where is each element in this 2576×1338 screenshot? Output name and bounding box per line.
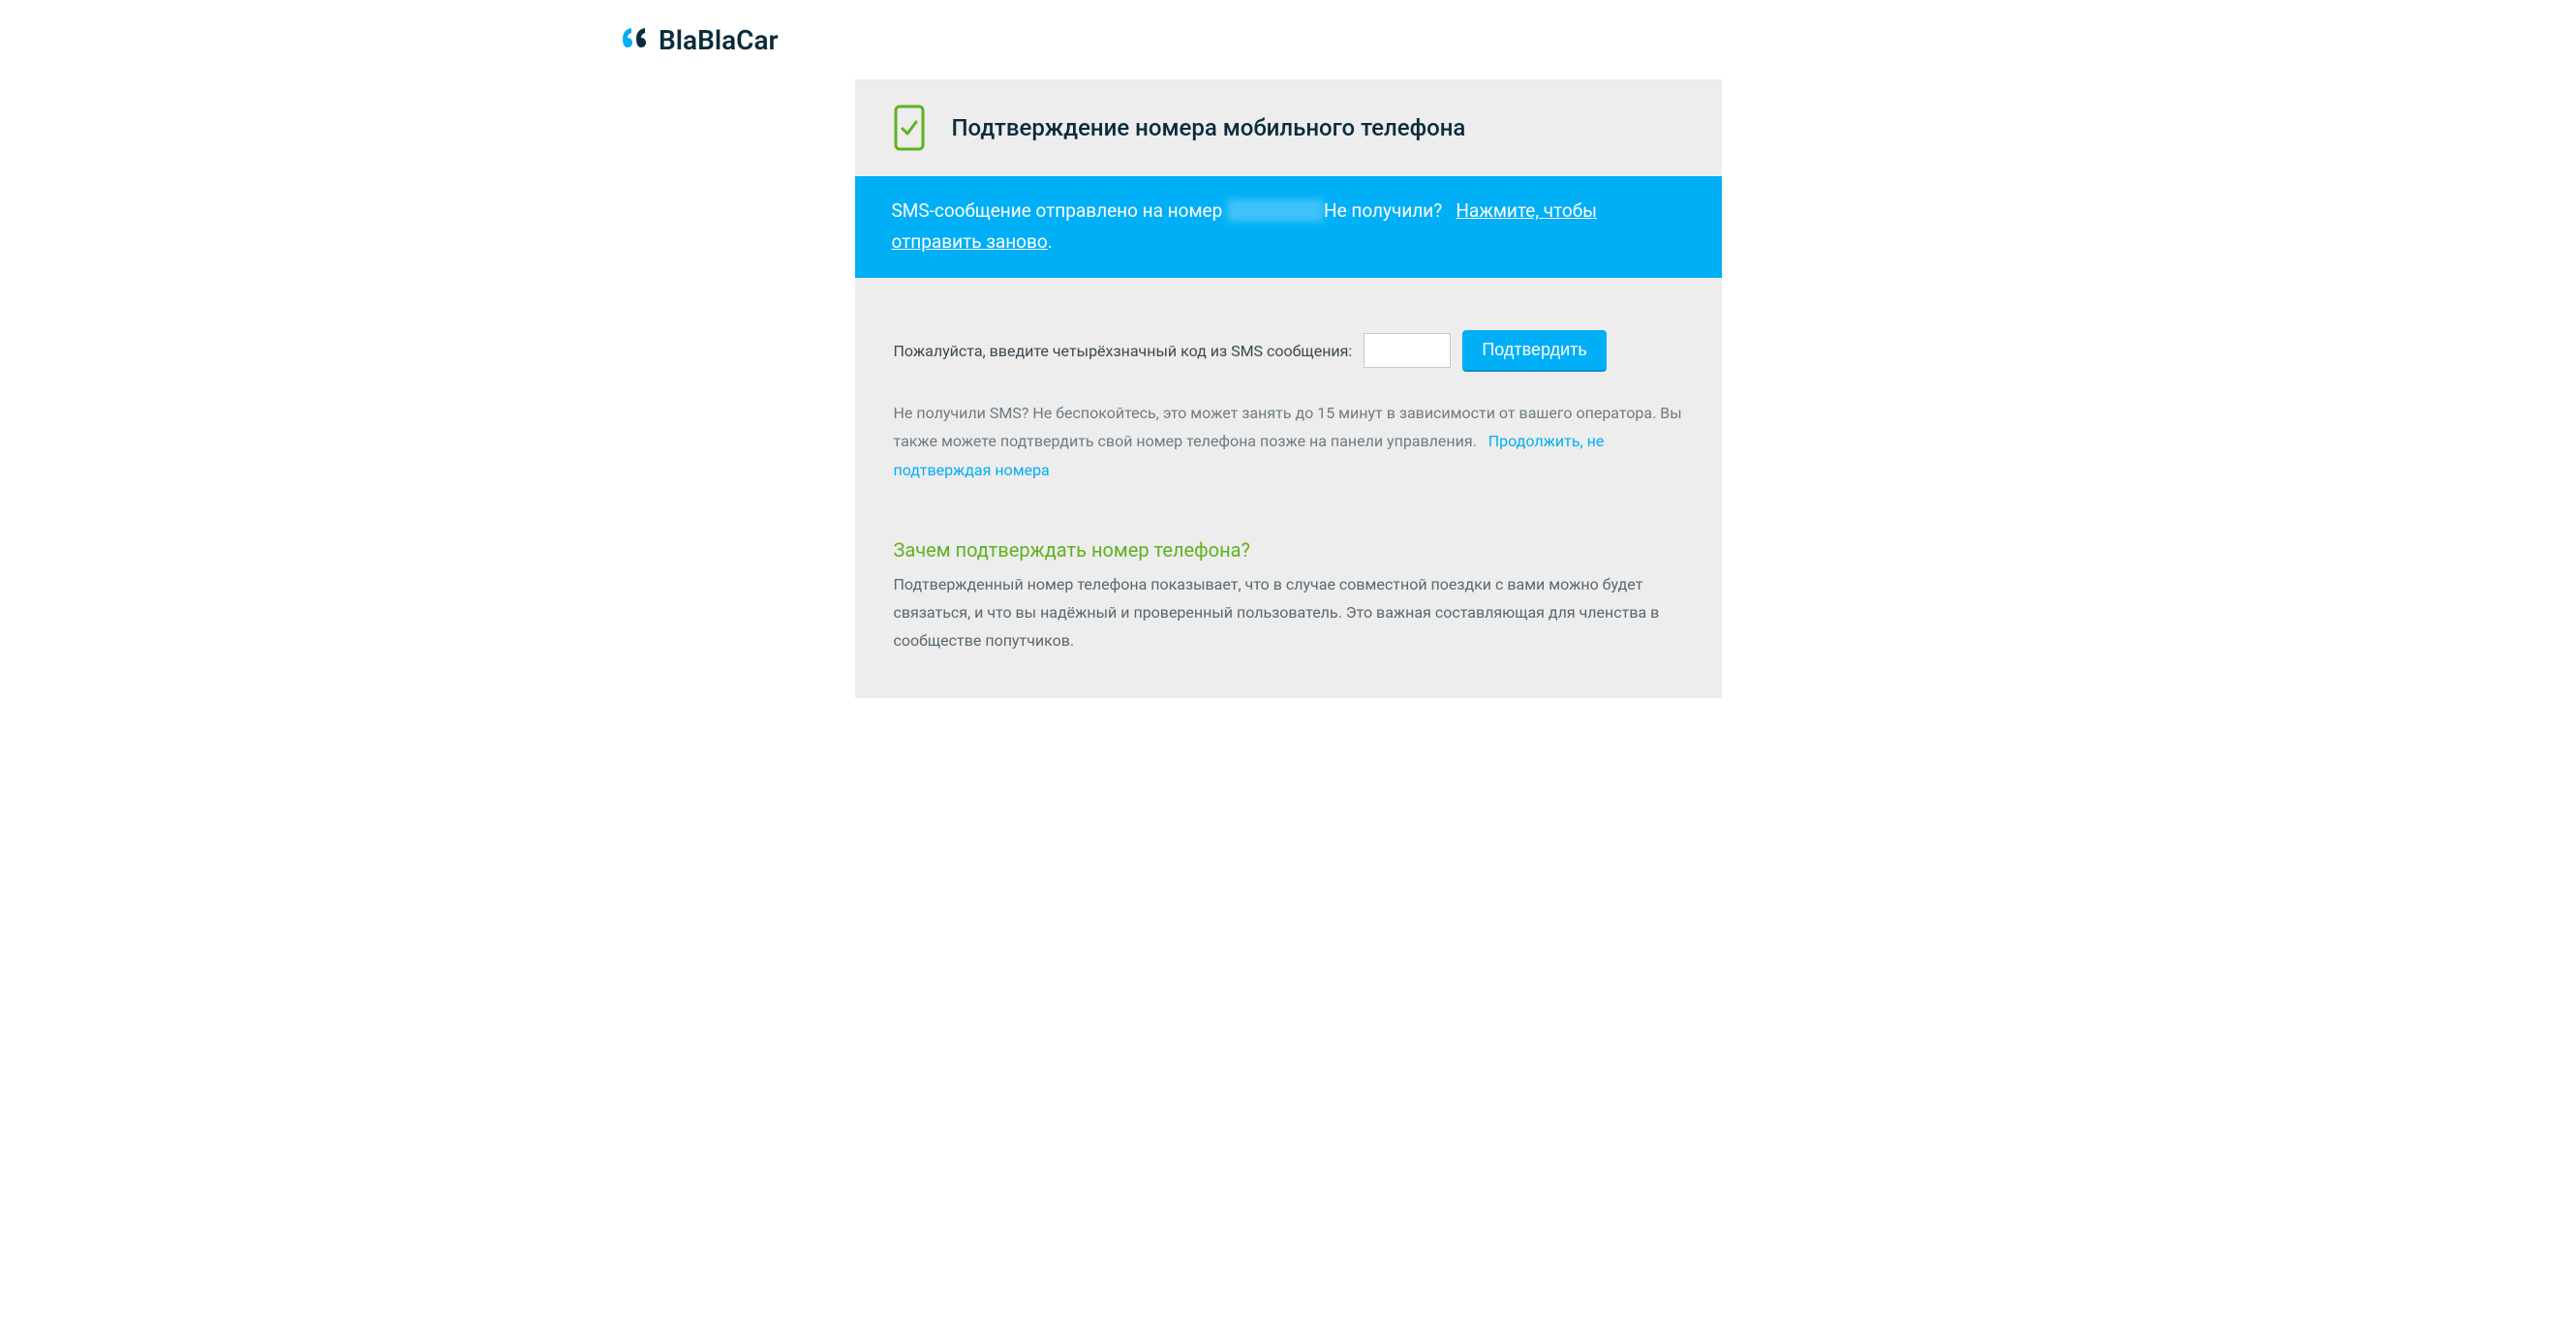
confirm-button[interactable]: Подтвердить [1462,330,1606,372]
sms-resend-period: . [1048,230,1053,253]
why-text: Подтвержденный номер телефона показывает… [894,571,1683,654]
sms-not-received: Не получили? [1324,199,1442,222]
card-header: Подтверждение номера мобильного телефона [855,79,1722,176]
brand-name: BlaBlaCar [659,24,779,56]
why-section: Зачем подтверждать номер телефона? Подтв… [894,538,1683,654]
card-body: Пожалуйста, введите четырёхзначный код и… [855,278,1722,698]
code-label: Пожалуйста, введите четырёхзначный код и… [894,342,1353,360]
code-entry-row: Пожалуйста, введите четырёхзначный код и… [894,330,1683,372]
sms-phone-masked [1227,199,1324,222]
brand-logo[interactable]: BlaBlaCar [620,23,779,56]
why-title: Зачем подтверждать номер телефона? [894,538,1683,562]
phone-verified-icon [894,105,925,151]
code-input[interactable] [1364,333,1451,368]
no-sms-help: Не получили SMS? Не беспокойтесь, это мо… [894,399,1683,485]
site-header: BlaBlaCar [562,0,2014,79]
card-title: Подтверждение номера мобильного телефона [952,114,1466,141]
quote-icon [620,23,653,56]
sms-sent-banner: SMS-сообщение отправлено на номер Не пол… [855,176,1722,278]
sms-sent-prefix: SMS-сообщение отправлено на номер [892,199,1223,222]
verification-card: Подтверждение номера мобильного телефона… [855,79,1722,698]
